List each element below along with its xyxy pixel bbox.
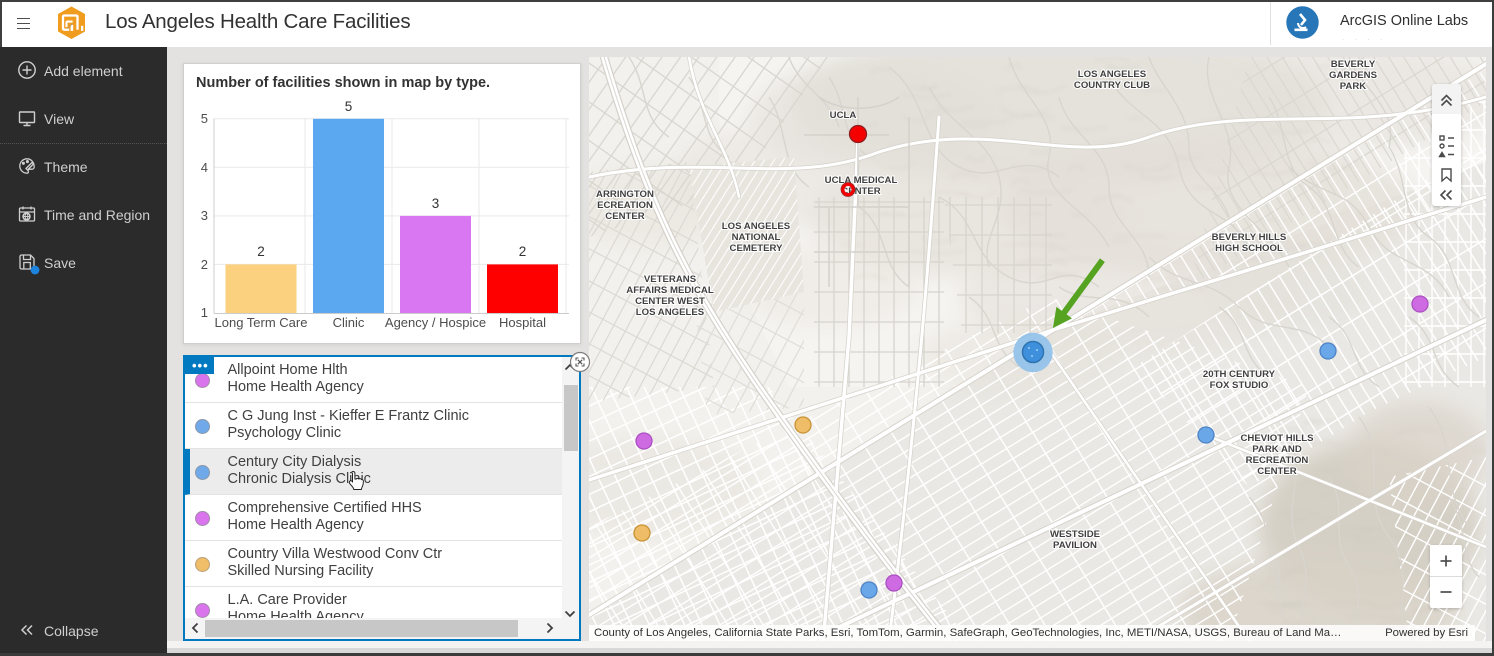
- svg-text:UCLA MEDICAL: UCLA MEDICAL: [825, 175, 898, 186]
- svg-text:LOS ANGELES: LOS ANGELES: [1078, 69, 1147, 80]
- svg-text:PAVILION: PAVILION: [1053, 540, 1097, 551]
- svg-text:RECREATION: RECREATION: [1246, 455, 1309, 466]
- svg-text:LOS ANGELES: LOS ANGELES: [636, 307, 705, 318]
- svg-text:WESTSIDE: WESTSIDE: [1050, 529, 1101, 540]
- svg-text:2: 2: [201, 257, 208, 272]
- svg-text:BEVERLY HILLS: BEVERLY HILLS: [1212, 232, 1287, 243]
- svg-text:PARK AND: PARK AND: [1252, 444, 1302, 455]
- svg-text:5: 5: [201, 111, 208, 126]
- svg-text:NATIONAL: NATIONAL: [732, 232, 781, 243]
- svg-text:ECREATION: ECREATION: [597, 200, 653, 211]
- svg-text:3: 3: [201, 208, 208, 223]
- svg-text:VETERANS: VETERANS: [644, 274, 697, 285]
- svg-text:GARDENS: GARDENS: [1329, 70, 1378, 81]
- svg-text:CENTER: CENTER: [605, 211, 645, 222]
- svg-text:Agency / Hospice: Agency / Hospice: [385, 315, 486, 330]
- svg-text:3: 3: [432, 196, 440, 211]
- svg-text:HIGH SCHOOL: HIGH SCHOOL: [1215, 243, 1283, 254]
- svg-text:Long Term Care: Long Term Care: [215, 315, 308, 330]
- svg-text:AFFAIRS MEDICAL: AFFAIRS MEDICAL: [626, 285, 714, 296]
- svg-text:UCLA: UCLA: [830, 110, 857, 121]
- svg-text:LOS ANGELES: LOS ANGELES: [722, 221, 791, 232]
- svg-text:20TH CENTURY: 20TH CENTURY: [1203, 369, 1276, 380]
- svg-text:2: 2: [257, 244, 265, 259]
- svg-text:CEMETERY: CEMETERY: [730, 243, 784, 254]
- svg-text:BEVERLY: BEVERLY: [1331, 59, 1376, 70]
- svg-text:5: 5: [345, 99, 353, 114]
- svg-text:Clinic: Clinic: [333, 315, 365, 330]
- svg-text:CENTER WEST: CENTER WEST: [635, 296, 705, 307]
- svg-text:CENTER: CENTER: [1257, 466, 1297, 477]
- svg-text:4: 4: [201, 160, 208, 175]
- svg-text:CHEVIOT HILLS: CHEVIOT HILLS: [1240, 433, 1314, 444]
- svg-text:FOX STUDIO: FOX STUDIO: [1210, 380, 1269, 391]
- svg-text:COUNTRY CLUB: COUNTRY CLUB: [1074, 80, 1150, 91]
- svg-text:Hospital: Hospital: [499, 315, 546, 330]
- svg-text:ARRINGTON: ARRINGTON: [596, 189, 654, 200]
- svg-text:1: 1: [201, 305, 208, 320]
- svg-text:PARK: PARK: [1340, 81, 1367, 92]
- svg-text:2: 2: [519, 244, 527, 259]
